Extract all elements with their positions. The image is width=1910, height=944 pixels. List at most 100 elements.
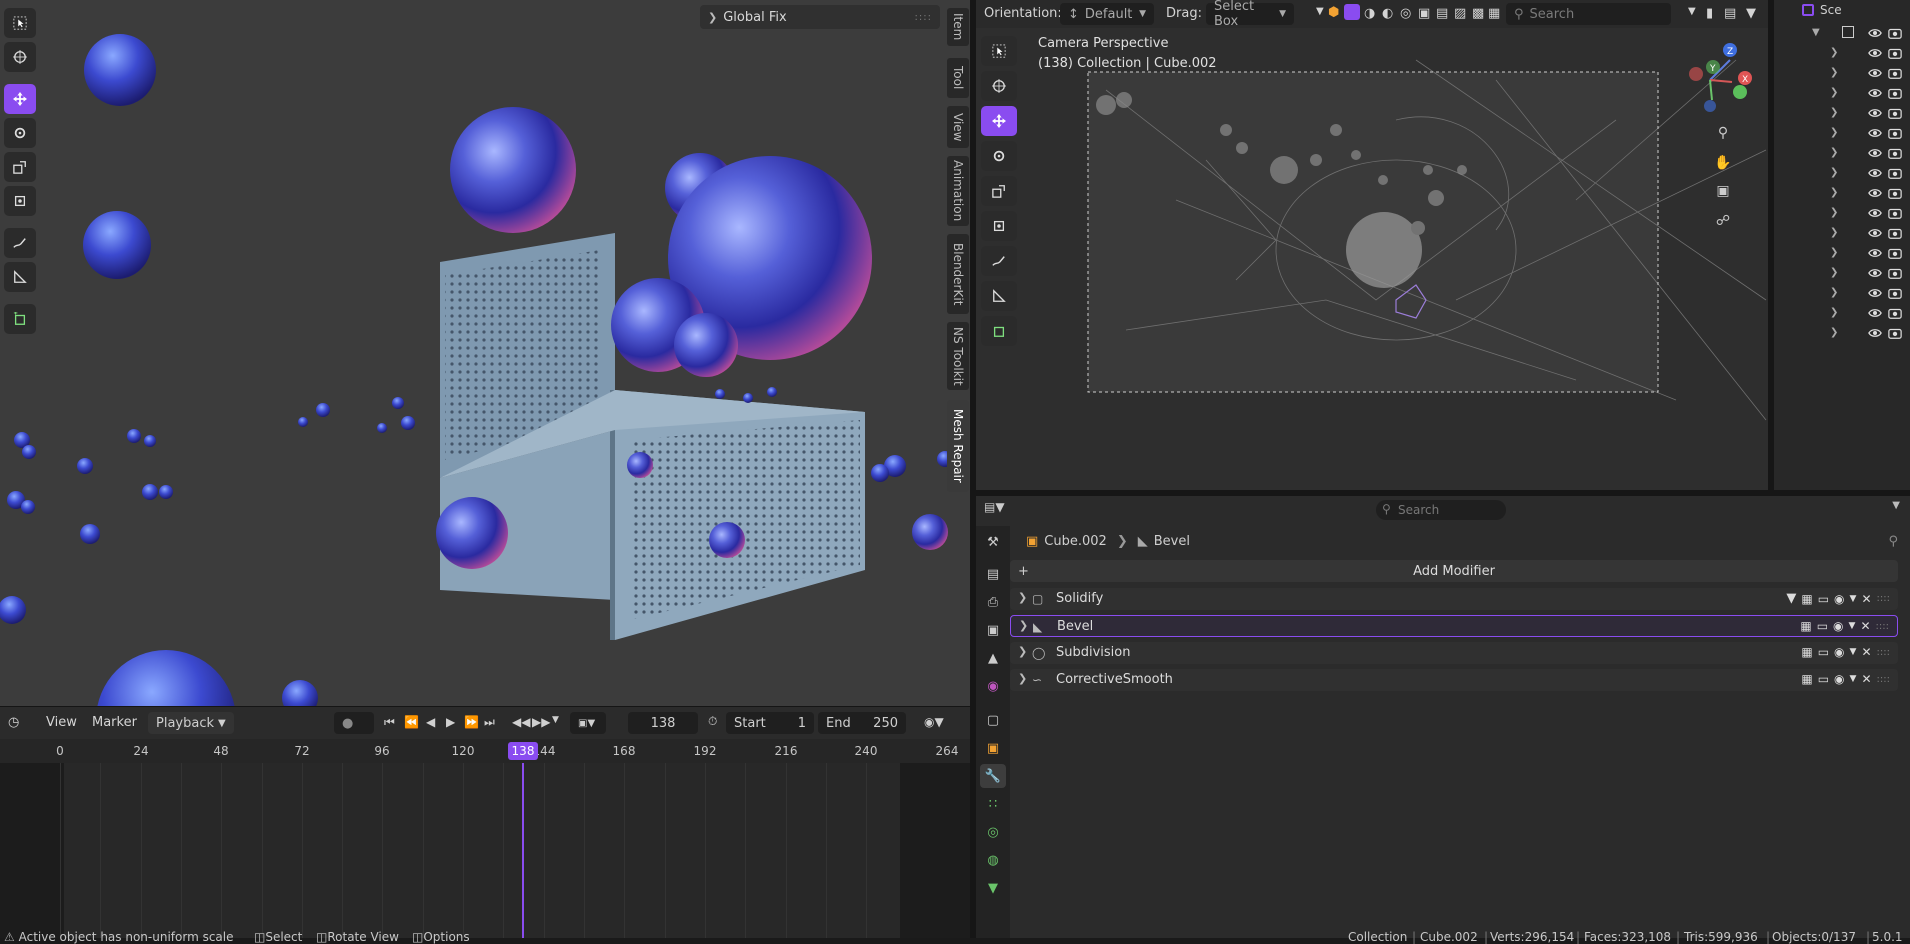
properties-editor[interactable]: ▤▼ ⚲ Search ▼ ⚒ ▤ ⎙ ▣ ▲ ◉ ▢ ▣ 🔧 ∷ ◎ ◍ ▼ … (976, 490, 1910, 944)
viewport-display-icon[interactable]: ▭ (1818, 592, 1829, 606)
world-tab[interactable]: ◉ (980, 674, 1006, 698)
chevron-right-icon[interactable]: ❯ (1830, 327, 1838, 338)
render-camera-icon[interactable] (1888, 126, 1902, 144)
annotate-tool-button[interactable] (4, 228, 36, 258)
playhead-frame-indicator[interactable]: 138 (508, 742, 538, 760)
render-camera-icon[interactable] (1888, 226, 1902, 244)
jump-start-icon[interactable]: ⏮ (384, 715, 395, 730)
layout-icon[interactable]: ▤ (1724, 6, 1736, 21)
main-3d-viewport[interactable]: ❯ Global Fix :::: Item Tool View Animati… (0, 0, 970, 706)
lock-icon[interactable]: ☍ (1712, 210, 1734, 232)
eye-icon[interactable] (1868, 26, 1882, 44)
eye-icon[interactable] (1868, 246, 1882, 264)
modifier-panel-bevel[interactable]: ❯ ◣ Bevel ▦ ▭ ◉ ▼ ✕:::: (1010, 615, 1898, 637)
play-icon[interactable]: ▶ (446, 715, 455, 729)
prev-marker-icon[interactable]: ◀◀ (512, 715, 530, 729)
chevron-down-icon[interactable]: ▼ (1849, 621, 1856, 631)
frame-ruler[interactable]: 0 24 48 72 96 120 144 168 192 216 240 26… (0, 739, 970, 763)
shading-solid-icon[interactable] (1344, 4, 1360, 20)
drag-dropdown[interactable]: Select Box ▼ (1206, 0, 1294, 29)
timeline-track-area[interactable] (0, 763, 970, 939)
annotate-tool-button[interactable] (981, 246, 1017, 276)
close-icon[interactable]: ✕ (1860, 619, 1870, 633)
chevron-down-icon[interactable]: ▼ (1850, 647, 1857, 657)
tab-ns-toolkit[interactable]: NS Toolkit (947, 322, 969, 390)
timeline-editor[interactable]: ◷ View Marker Playback ▼ ● ⏮ ⏪ ◀ ▶ ⏩ ⏭ ◀… (0, 706, 970, 939)
render-tab[interactable]: ▤ (980, 562, 1006, 586)
scale-tool-button[interactable] (981, 176, 1017, 206)
xray-icon[interactable]: ▣ (1418, 6, 1430, 21)
outliner-row[interactable]: ❯ (1774, 324, 1910, 344)
options-icon[interactable]: ▩ (1472, 6, 1484, 21)
render-camera-icon[interactable] (1888, 146, 1902, 164)
chevron-right-icon[interactable]: ❯ (1019, 619, 1028, 632)
transform-tool-button[interactable] (4, 186, 36, 216)
current-frame-field[interactable]: 138 (628, 712, 698, 734)
outliner-row[interactable]: ❯ (1774, 204, 1910, 224)
chevron-right-icon[interactable]: ❯ (1830, 147, 1838, 158)
output-tab[interactable]: ⎙ (980, 590, 1006, 614)
stopwatch-icon[interactable]: ⏱ (708, 714, 717, 729)
chevron-right-icon[interactable]: ❯ (1830, 107, 1838, 118)
add-modifier-button[interactable]: + Add Modifier (1010, 560, 1898, 582)
modifier-name[interactable]: Solidify (1056, 591, 1103, 606)
drag-handle-icon[interactable]: :::: (1877, 647, 1890, 658)
close-icon[interactable]: ✕ (1861, 672, 1871, 686)
modifier-panel-solidify[interactable]: ❯ ▢ Solidify ▼ ▦ ▭ ◉ ▼ ✕:::: (1010, 588, 1898, 610)
drag-handle-icon[interactable]: :::: (915, 12, 932, 23)
camera-viewport[interactable]: Z X Y Orientation: ↕ Default ▼ Drag: Sel… (976, 0, 1768, 490)
edit-mode-icon[interactable]: ▦ (1801, 672, 1812, 686)
viewport-search-field[interactable]: ⚲ Search (1506, 3, 1671, 25)
chevron-right-icon[interactable]: ❯ (1830, 87, 1838, 98)
add-cube-tool-button[interactable] (4, 304, 36, 334)
on-cage-filter-icon[interactable]: ▼ (1786, 591, 1796, 606)
outliner-row[interactable]: ❯ (1774, 64, 1910, 84)
editor-type-icon[interactable]: ◷ (8, 715, 19, 730)
chevron-right-icon[interactable]: ❯ (1830, 67, 1838, 78)
playback-dropdown[interactable]: Playback ▼ (148, 712, 234, 734)
tab-mesh-repair[interactable]: Mesh Repair (947, 400, 969, 492)
filter-dropdown-icon[interactable]: ▼ (1688, 6, 1696, 17)
measure-tool-button[interactable] (981, 281, 1017, 311)
chevron-right-icon[interactable]: ❯ (1830, 287, 1838, 298)
bookmark-icon[interactable]: ▮ (1706, 6, 1713, 21)
scale-tool-button[interactable] (4, 152, 36, 182)
outliner-row[interactable]: ❯ (1774, 264, 1910, 284)
eye-icon[interactable] (1868, 126, 1882, 144)
chevron-right-icon[interactable]: ❯ (1830, 307, 1838, 318)
render-camera-icon[interactable] (1888, 266, 1902, 284)
viewport-display-icon[interactable]: ▭ (1818, 672, 1829, 686)
render-camera-icon[interactable]: ◉ (1834, 672, 1844, 686)
view-options-icon[interactable]: ◉▼ (924, 715, 944, 729)
chevron-right-icon[interactable]: ❯ (1830, 207, 1838, 218)
scene-tab[interactable]: ▲ (980, 646, 1006, 670)
render-camera-icon[interactable]: ◉ (1833, 619, 1843, 633)
move-tool-button[interactable] (4, 84, 36, 114)
modifier-name[interactable]: Subdivision (1056, 645, 1131, 660)
eye-icon[interactable] (1868, 66, 1882, 84)
view-layer-tab[interactable]: ▣ (980, 618, 1006, 642)
chevron-down-icon[interactable]: ▼ (1892, 500, 1900, 511)
particles-tab[interactable]: ∷ (980, 792, 1006, 816)
end-frame-field[interactable]: End 250 (818, 712, 906, 734)
outliner-row[interactable]: ❯ (1774, 304, 1910, 324)
tab-animation[interactable]: Animation (947, 156, 969, 226)
tab-item[interactable]: Item (947, 8, 969, 46)
start-frame-field[interactable]: Start 1 (726, 712, 814, 734)
outliner-row[interactable]: ❯ (1774, 184, 1910, 204)
constraints-tab[interactable]: ◍ (980, 848, 1006, 872)
outliner[interactable]: Sce ▼ ❯ ❯ ❯ ❯ ❯ ❯ ❯ ❯ ❯ ❯ ❯ ❯ ❯ ❯ ❯ (1768, 0, 1910, 490)
modifier-panel-subdivision[interactable]: ❯ ◯ Subdivision ▦ ▭ ◉ ▼ ✕:::: (1010, 642, 1898, 664)
display-icon[interactable]: ▦ (1488, 6, 1500, 21)
rotate-tool-button[interactable] (981, 141, 1017, 171)
cursor-tool-button[interactable] (4, 42, 36, 72)
play-reverse-icon[interactable]: ◀ (426, 715, 435, 729)
tool-settings-tab[interactable]: ⚒ (980, 530, 1006, 554)
properties-search-field[interactable]: ⚲ Search (1376, 500, 1506, 520)
render-camera-icon[interactable] (1888, 46, 1902, 64)
editor-type-icon[interactable]: ▤▼ (984, 500, 1005, 514)
proportional-icon[interactable]: ▨ (1454, 6, 1466, 21)
drag-handle-icon[interactable]: :::: (1877, 674, 1890, 685)
zoom-icon[interactable]: ⚲ (1712, 122, 1734, 144)
outliner-row[interactable]: ❯ (1774, 164, 1910, 184)
